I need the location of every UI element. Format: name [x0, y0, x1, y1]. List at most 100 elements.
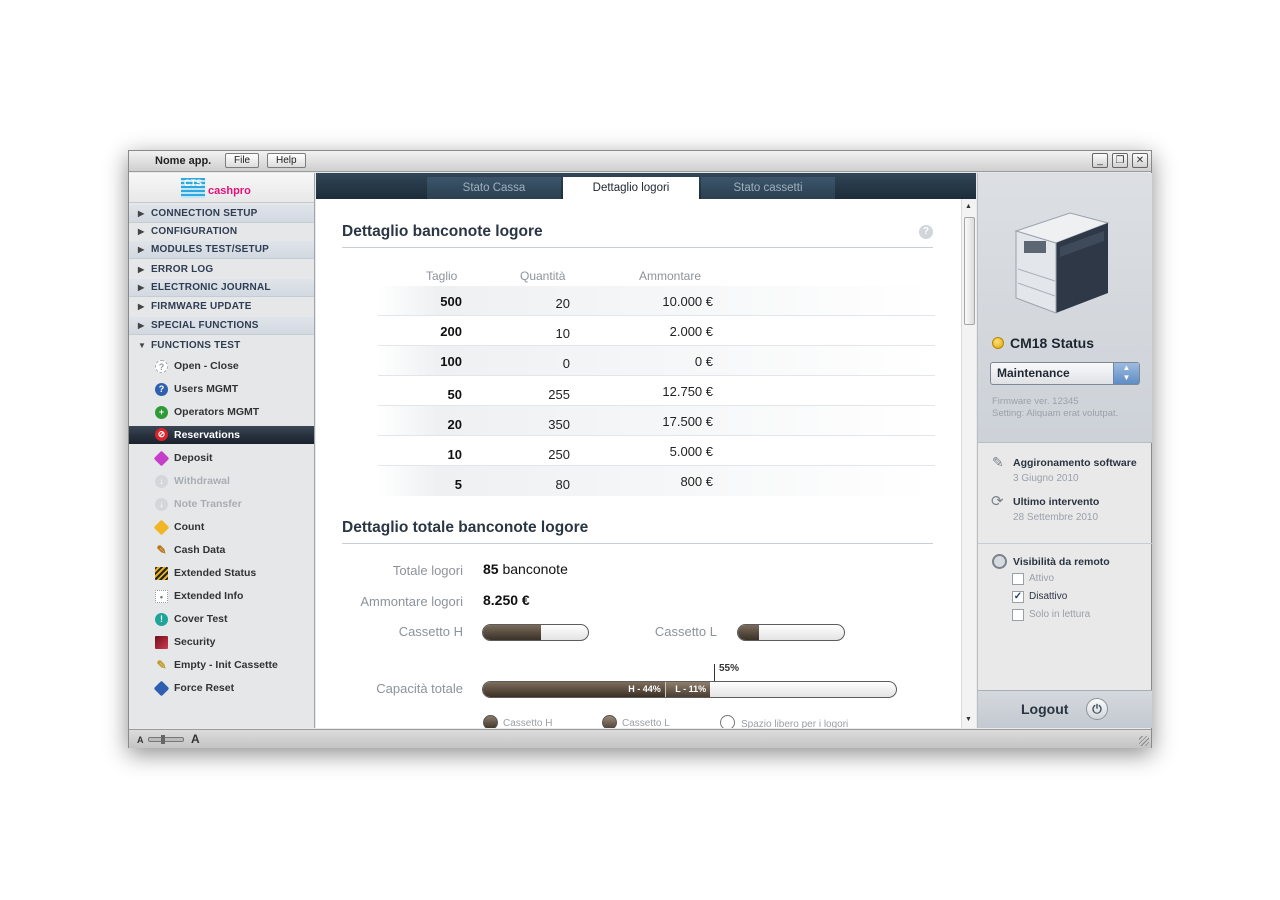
totale-logori-label: Totale logori [392, 563, 463, 578]
capacity-marker [714, 664, 715, 682]
sidebar-section-special-functions[interactable]: ▶ SPECIAL FUNCTIONS [129, 317, 314, 335]
sidebar: CTS cashpro ▶ CONNECTION SETUP ▶ CONFIGURA… [129, 173, 315, 728]
cm18-device-icon [1014, 212, 1110, 314]
chevron-right-icon: ▶ [138, 227, 145, 236]
logout-bar: Logout ⏻ [978, 690, 1152, 728]
sidebar-item-cover-test[interactable]: ! Cover Test [129, 608, 314, 631]
legend-l-label: Cassetto L [622, 718, 670, 728]
table-row: 50 255 12.750 € [378, 376, 935, 406]
ammontare-logori-label: Ammontare logori [360, 594, 463, 609]
solo-lettura-checkbox[interactable] [1012, 609, 1024, 621]
file-menu-button[interactable]: File [225, 153, 260, 168]
legend-free-swatch [720, 715, 735, 728]
divider [342, 247, 933, 248]
disattivo-checkbox[interactable]: ✓ [1012, 591, 1024, 603]
sidebar-item-security[interactable]: Security [129, 631, 314, 654]
content-scrollbar[interactable]: ▲ ▼ [961, 199, 976, 728]
font-size-slider[interactable] [148, 735, 184, 744]
tab-bar: Stato Cassa Dettaglio logori Stato casse… [316, 173, 976, 199]
sidebar-item-extended-status[interactable]: Extended Status [129, 562, 314, 585]
capacita-totale-bar: H - 44% L - 11% [482, 681, 897, 698]
legend-l-swatch [602, 715, 617, 728]
col-header-taglio: Taglio [426, 269, 458, 283]
scroll-thumb[interactable] [964, 217, 975, 325]
power-icon[interactable]: ⏻ [1086, 698, 1108, 720]
resize-grip-icon[interactable] [1139, 736, 1149, 746]
legend-h-label: Cassetto H [503, 718, 553, 728]
capacity-marker-label: 55% [719, 663, 740, 674]
cassetto-h-bar [482, 624, 589, 641]
help-menu-button[interactable]: Help [267, 153, 306, 168]
logout-label[interactable]: Logout [1021, 701, 1068, 717]
pencil-icon: ✎ [156, 543, 167, 557]
tab-stato-cassetti[interactable]: Stato cassetti [701, 177, 835, 199]
sidebar-item-operators-mgmt[interactable]: + Operators MGMT [129, 401, 314, 424]
content-area: Dettaglio banconote logore ? Taglio Quan… [316, 199, 961, 728]
sidebar-item-users-mgmt[interactable]: ? Users MGMT [129, 378, 314, 401]
attivo-checkbox[interactable] [1012, 573, 1024, 585]
status-indicator-icon [992, 337, 1004, 349]
sidebar-section-modules-test[interactable]: ▶ MODULES TEST/SETUP [129, 241, 314, 259]
totale-logori-value: 85 banconote [483, 561, 568, 577]
chevron-right-icon: ▶ [138, 302, 145, 311]
right-panel: CM18 Status Maintenance ▲ ▼ Firmware ver.… [977, 173, 1152, 728]
close-icon[interactable]: ✕ [1132, 153, 1148, 168]
sidebar-item-deposit[interactable]: Deposit [129, 447, 314, 470]
help-icon[interactable]: ? [919, 225, 933, 239]
cassetto-h-fill [483, 625, 541, 640]
setting-text: Setting: Aliquam erat volutpat. [992, 408, 1119, 419]
scroll-down-icon[interactable]: ▼ [965, 716, 972, 723]
app-name: Nome app. [155, 155, 212, 167]
sidebar-item-force-reset[interactable]: Force Reset [129, 677, 314, 700]
info-blue-icon: ? [155, 383, 168, 396]
tab-dettaglio-logori[interactable]: Dettaglio logori [563, 177, 699, 199]
sidebar-item-reservations[interactable]: ⊘ Reservations [129, 426, 314, 444]
solo-lettura-label: Solo in lettura [1029, 609, 1091, 620]
sidebar-item-withdrawal[interactable]: ↓ Withdrawal [129, 470, 314, 493]
font-small-icon: A [137, 735, 144, 745]
section-title-dettaglio: Dettaglio banconote logore [342, 223, 543, 240]
table-row: 200 10 2.000 € [378, 316, 935, 346]
sidebar-item-extended-info[interactable]: • Extended Info [129, 585, 314, 608]
count-diamond-icon [153, 519, 170, 536]
cassetto-l-label: Cassetto L [654, 624, 717, 639]
tab-stato-cassa[interactable]: Stato Cassa [427, 177, 561, 199]
empty-pencil-icon: ✎ [156, 658, 167, 672]
logo: CTS cashpro [129, 173, 314, 203]
app-window: Nome app. File Help _ ❐ ✕ CTS cashpro ▶ C… [128, 150, 1152, 748]
cassetto-l-bar [737, 624, 845, 641]
attivo-label: Attivo [1029, 573, 1055, 584]
sidebar-item-open-close[interactable]: ? Open - Close [129, 355, 314, 378]
select-arrows-icon: ▲ ▼ [1113, 363, 1139, 384]
sidebar-section-firmware-update[interactable]: ▶ FIRMWARE UPDATE [129, 298, 314, 316]
minimize-icon[interactable]: _ [1092, 153, 1108, 168]
main-panel: Stato Cassa Dettaglio logori Stato casse… [316, 173, 976, 728]
sidebar-item-cash-data[interactable]: ✎ Cash Data [129, 539, 314, 562]
update-title: Aggironamento software [1013, 457, 1137, 469]
sidebar-section-connection-setup[interactable]: ▶ CONNECTION SETUP [129, 205, 314, 223]
dotted-square-icon: • [155, 590, 168, 603]
sidebar-item-empty-init-cassette[interactable]: ✎ Empty - Init Cassette [129, 654, 314, 677]
scroll-up-icon[interactable]: ▲ [965, 203, 972, 210]
sidebar-section-functions-test[interactable]: ▼ FUNCTIONS TEST [129, 337, 314, 355]
visibility-section: Visibilità da remoto Attivo ✓ Disattivo … [978, 545, 1152, 690]
table-row: 100 0 0 € [378, 346, 935, 376]
sidebar-section-error-log[interactable]: ▶ ERROR LOG [129, 261, 314, 279]
sidebar-item-count[interactable]: Count [129, 516, 314, 539]
refresh-icon: ⟳ [991, 493, 1004, 510]
chevron-right-icon: ▶ [138, 283, 145, 292]
no-entry-icon: ⊘ [155, 428, 168, 441]
info-section: ✎ Aggironamento software 3 Giugno 2010 ⟳… [978, 444, 1152, 544]
restore-icon[interactable]: ❐ [1112, 153, 1128, 168]
col-header-quantita: Quantità [520, 269, 566, 283]
sidebar-section-electronic-journal[interactable]: ▶ ELECTRONIC JOURNAL [129, 279, 314, 297]
slider-knob[interactable] [161, 735, 165, 744]
reset-diamond-icon [153, 680, 170, 697]
mode-select[interactable]: Maintenance ▲ ▼ [990, 362, 1140, 385]
cassetto-h-label: Cassetto H [398, 624, 463, 639]
table-row: 5 80 800 € [378, 466, 935, 496]
sidebar-item-note-transfer[interactable]: ↓ Note Transfer [129, 493, 314, 516]
sidebar-section-configuration[interactable]: ▶ CONFIGURATION [129, 223, 314, 241]
legend-free-label: Spazio libero per i logori [741, 719, 849, 728]
table-row: 10 250 5.000 € [378, 436, 935, 466]
